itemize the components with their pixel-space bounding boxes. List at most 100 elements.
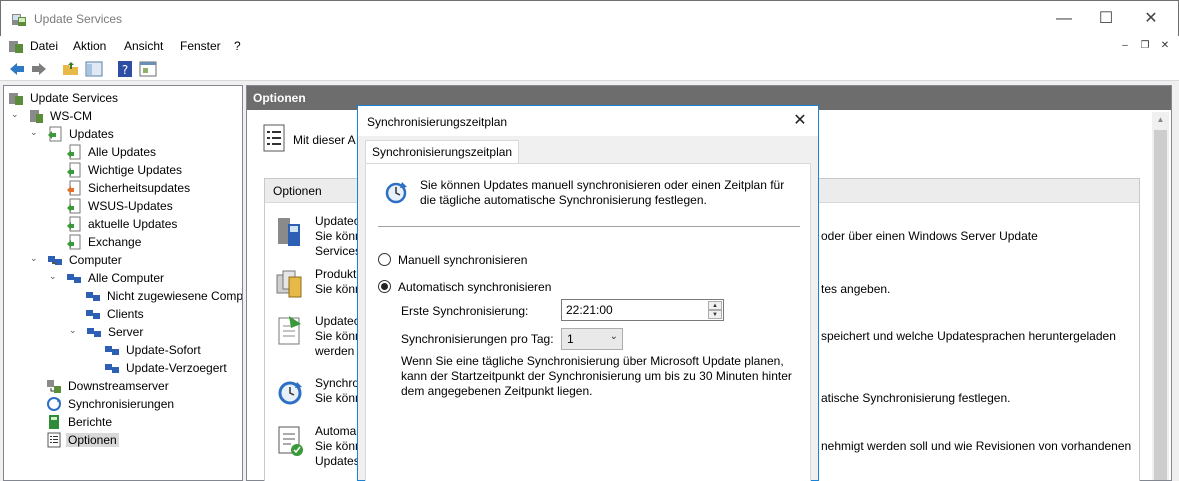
updates-folder-icon [48,126,62,142]
per-day-value: 1 [567,332,574,346]
spin-down-icon[interactable]: ▼ [708,310,722,319]
computer-group-icon [105,364,119,373]
mdi-restore-button[interactable]: ❐ [1136,38,1154,54]
mmc-window-icon[interactable] [8,38,24,54]
tree-label: Computer [69,253,122,267]
forward-arrow-icon[interactable] [30,60,48,78]
chevron-down-icon[interactable]: ⌄ [610,331,618,342]
menu-aktion[interactable]: Aktion [73,39,106,53]
downstream-server-icon [47,380,61,393]
sync-schedule-icon [385,182,407,204]
tree-label: Server [108,325,144,339]
first-sync-time-input[interactable]: 22:21:00 ▲ ▼ [561,299,724,321]
menu-help[interactable]: ? [234,39,241,53]
properties-icon[interactable] [139,60,157,78]
dialog-titlebar: Synchronisierungszeitplan ✕ [358,106,818,136]
computer-group-icon [48,256,62,265]
tree-label: Exchange [88,235,142,249]
scrollbar-thumb[interactable] [1154,130,1167,480]
dialog-close-button[interactable]: ✕ [790,111,810,131]
vertical-scrollbar[interactable]: ▲ [1152,112,1169,480]
option-text: Synchro Sie könn [315,376,362,405]
option-text-tail: atische Synchronisierung festlegen. [821,391,1011,405]
dialog-title: Synchronisierungszeitplan [367,115,508,129]
dialog-tabstrip: Synchronisierungszeitplan [358,136,818,165]
update-view-icon [67,216,81,232]
maximize-button[interactable]: ☐ [1083,1,1129,36]
menu-ansicht[interactable]: Ansicht [124,39,163,53]
tree-label: Updates [69,127,114,141]
update-view-icon [67,162,81,178]
window-title: Update Services [34,12,123,26]
sync-icon [47,397,61,411]
per-day-label: Synchronisierungen pro Tag: [401,332,554,346]
spin-up-icon[interactable]: ▲ [708,301,722,310]
menu-fenster[interactable]: Fenster [180,39,221,53]
menu-bar: Datei Aktion Ansicht Fenster ? – ❐ ✕ [0,36,1179,57]
radio-manual-label[interactable]: Manuell synchronisieren [398,253,527,267]
update-view-icon [67,144,81,160]
option-text: Updatec Sie könn Services [315,214,362,258]
dialog-note: Wenn Sie eine tägliche Synchronisierung … [401,354,792,398]
option-text: Produkt Sie könn [315,267,362,296]
svg-text:?: ? [122,63,128,77]
navigation-tree: Update Services ⌄ WS-CM ⌄ Updates Alle U… [3,85,243,481]
minimize-button[interactable]: — [1041,1,1087,36]
reports-book-icon [49,415,59,429]
close-button[interactable]: ✕ [1128,1,1174,36]
option-text-tail: nehmigt werden soll und wie Revisionen v… [821,439,1132,453]
up-folder-icon[interactable] [62,60,80,78]
update-view-icon [67,234,81,250]
tree-label: WSUS-Updates [88,199,173,213]
tree-label: Clients [107,307,144,321]
tree-label: Synchronisierungen [68,397,175,411]
mdi-minimize-button[interactable]: – [1116,38,1134,54]
first-sync-time-value[interactable]: 22:21:00 [566,303,613,317]
tree-label: WS-CM [50,109,92,123]
tree-label: Wichtige Updates [88,163,183,177]
tree-label: Alle Updates [88,145,157,159]
separator [378,226,800,227]
tree-label: aktuelle Updates [88,217,178,231]
tree-label: Nicht zugewiesene Comp [107,289,243,303]
show-hide-tree-icon[interactable] [85,60,103,78]
chevron-down-icon[interactable]: ⌄ [49,271,59,281]
tree-label: Alle Computer [88,271,165,285]
option-text-tail: tes angeben. [821,282,891,296]
chevron-down-icon[interactable]: ⌄ [30,127,40,137]
intro-text: Mit dieser A [293,133,356,147]
products-classifications-icon [276,270,302,298]
toolbar: ? [0,57,1179,81]
sync-schedule-icon [278,381,302,405]
chevron-down-icon[interactable]: ⌄ [30,253,40,263]
radio-manual-button[interactable] [378,253,391,266]
security-update-icon [67,180,81,196]
option-text-tail: oder über einen Windows Server Update [821,229,1038,243]
update-source-icon [278,218,300,246]
chevron-down-icon[interactable]: ⌄ [69,325,79,335]
chevron-down-icon[interactable]: ⌄ [11,109,21,119]
server-icon [30,110,43,123]
computer-group-icon [105,346,119,355]
option-text-tail: speichert und welche Updatesprachen heru… [821,329,1116,343]
window-titlebar: Update Services — ☐ ✕ [0,0,1179,36]
scroll-up-icon[interactable]: ▲ [1152,112,1169,128]
tab-synchronisierungszeitplan[interactable]: Synchronisierungszeitplan [365,140,520,165]
radio-auto-button[interactable] [378,280,391,293]
update-services-icon [12,14,26,26]
update-view-icon [67,198,81,214]
per-day-select[interactable]: 1 ⌄ [561,328,623,350]
radio-auto-label[interactable]: Automatisch synchronisieren [398,280,551,294]
first-sync-label: Erste Synchronisierung: [401,304,529,318]
option-text: Updatec Sie könn werden [315,314,362,358]
mdi-close-button[interactable]: ✕ [1156,38,1174,54]
back-arrow-icon[interactable] [8,60,26,78]
options-list-icon [263,124,285,152]
update-services-icon [9,93,23,105]
tree-label: Update-Verzoegert [126,361,227,375]
menu-datei[interactable]: Datei [30,39,58,53]
dialog-description: Sie können Updates manuell synchronisier… [420,178,785,207]
computer-group-icon [87,328,101,337]
computer-group-icon [67,274,81,283]
help-icon[interactable]: ? [116,60,134,78]
